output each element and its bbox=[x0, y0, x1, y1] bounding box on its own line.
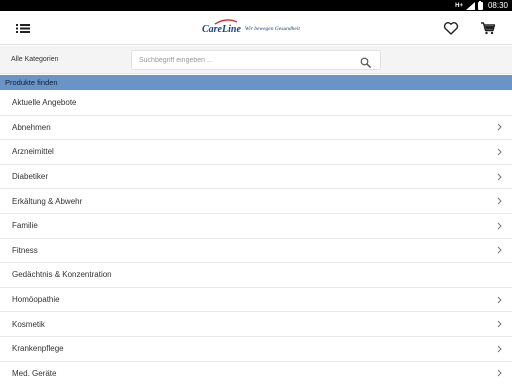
chevron-right-icon bbox=[497, 173, 502, 180]
category-item-label: Familie bbox=[12, 221, 38, 231]
category-select[interactable]: Alle Kategorien bbox=[4, 48, 84, 71]
search-box bbox=[131, 50, 381, 70]
category-item[interactable]: Med. Geräte bbox=[0, 362, 512, 384]
network-type-label: H+ bbox=[455, 2, 463, 9]
search-input[interactable] bbox=[132, 51, 354, 69]
category-item[interactable]: Diabetiker bbox=[0, 165, 512, 190]
status-bar: H+ 08:30 bbox=[0, 0, 512, 11]
category-item-label: Fitness bbox=[12, 245, 38, 255]
category-item[interactable]: Fitness bbox=[0, 239, 512, 264]
category-item[interactable]: Gedächtnis & Konzentration bbox=[0, 263, 512, 288]
signal-icon bbox=[465, 1, 475, 10]
category-item-label: Arzneimittel bbox=[12, 147, 54, 157]
category-item[interactable]: Homöopathie bbox=[0, 288, 512, 313]
hamburger-menu-icon[interactable] bbox=[14, 20, 32, 36]
search-bar-row: Alle Kategorien bbox=[0, 46, 512, 74]
category-item-label: Diabetiker bbox=[12, 172, 49, 182]
app-header: CareLine Wir bewegen Gesundheit bbox=[0, 11, 512, 45]
careline-logo[interactable]: CareLine Wir bewegen Gesundheit bbox=[202, 19, 300, 36]
category-list: Aktuelle Angebote Abnehmen Arzneimittel Dia… bbox=[0, 91, 512, 384]
category-item-label: Gedächtnis & Konzentration bbox=[12, 270, 112, 280]
chevron-right-icon bbox=[497, 148, 502, 156]
section-header: Produkte finden bbox=[0, 75, 512, 90]
chevron-right-icon bbox=[497, 345, 502, 353]
chevron-right-icon bbox=[497, 247, 502, 254]
category-item[interactable]: Erkältung & Abwehr bbox=[0, 189, 512, 214]
category-item-label: Abnehmen bbox=[12, 122, 51, 132]
chevron-right-icon bbox=[497, 320, 502, 328]
status-bar-indicators: H+ 08:30 bbox=[455, 0, 508, 11]
chevron-right-icon bbox=[497, 197, 502, 205]
category-item-label: Med. Geräte bbox=[12, 368, 57, 378]
battery-icon bbox=[477, 0, 483, 10]
category-item-label: Erkältung & Abwehr bbox=[12, 196, 83, 206]
clock: 08:30 bbox=[487, 1, 508, 10]
category-item[interactable]: Aktuelle Angebote bbox=[0, 91, 512, 116]
category-item[interactable]: Familie bbox=[0, 214, 512, 239]
category-item-label: Kosmetik bbox=[12, 319, 45, 329]
heart-icon[interactable] bbox=[442, 20, 460, 36]
chevron-right-icon bbox=[497, 296, 502, 303]
category-item[interactable]: Abnehmen bbox=[0, 116, 512, 141]
category-item[interactable]: Kosmetik bbox=[0, 312, 512, 337]
category-item-label: Homöopathie bbox=[12, 295, 60, 305]
logo-tagline: Wir bewegen Gesundheit bbox=[244, 26, 300, 32]
category-item-label: Aktuelle Angebote bbox=[12, 98, 77, 108]
category-item[interactable]: Arzneimittel bbox=[0, 140, 512, 165]
cart-icon[interactable] bbox=[479, 20, 497, 36]
logo-wordmark: CareLine bbox=[202, 23, 241, 35]
search-icon[interactable] bbox=[360, 55, 371, 68]
logo-swoosh-icon bbox=[214, 19, 238, 25]
chevron-right-icon bbox=[497, 222, 502, 230]
category-item[interactable]: Krankenpflege bbox=[0, 337, 512, 362]
chevron-right-icon bbox=[497, 124, 502, 131]
chevron-right-icon bbox=[497, 369, 502, 377]
category-item-label: Krankenpflege bbox=[12, 344, 64, 354]
